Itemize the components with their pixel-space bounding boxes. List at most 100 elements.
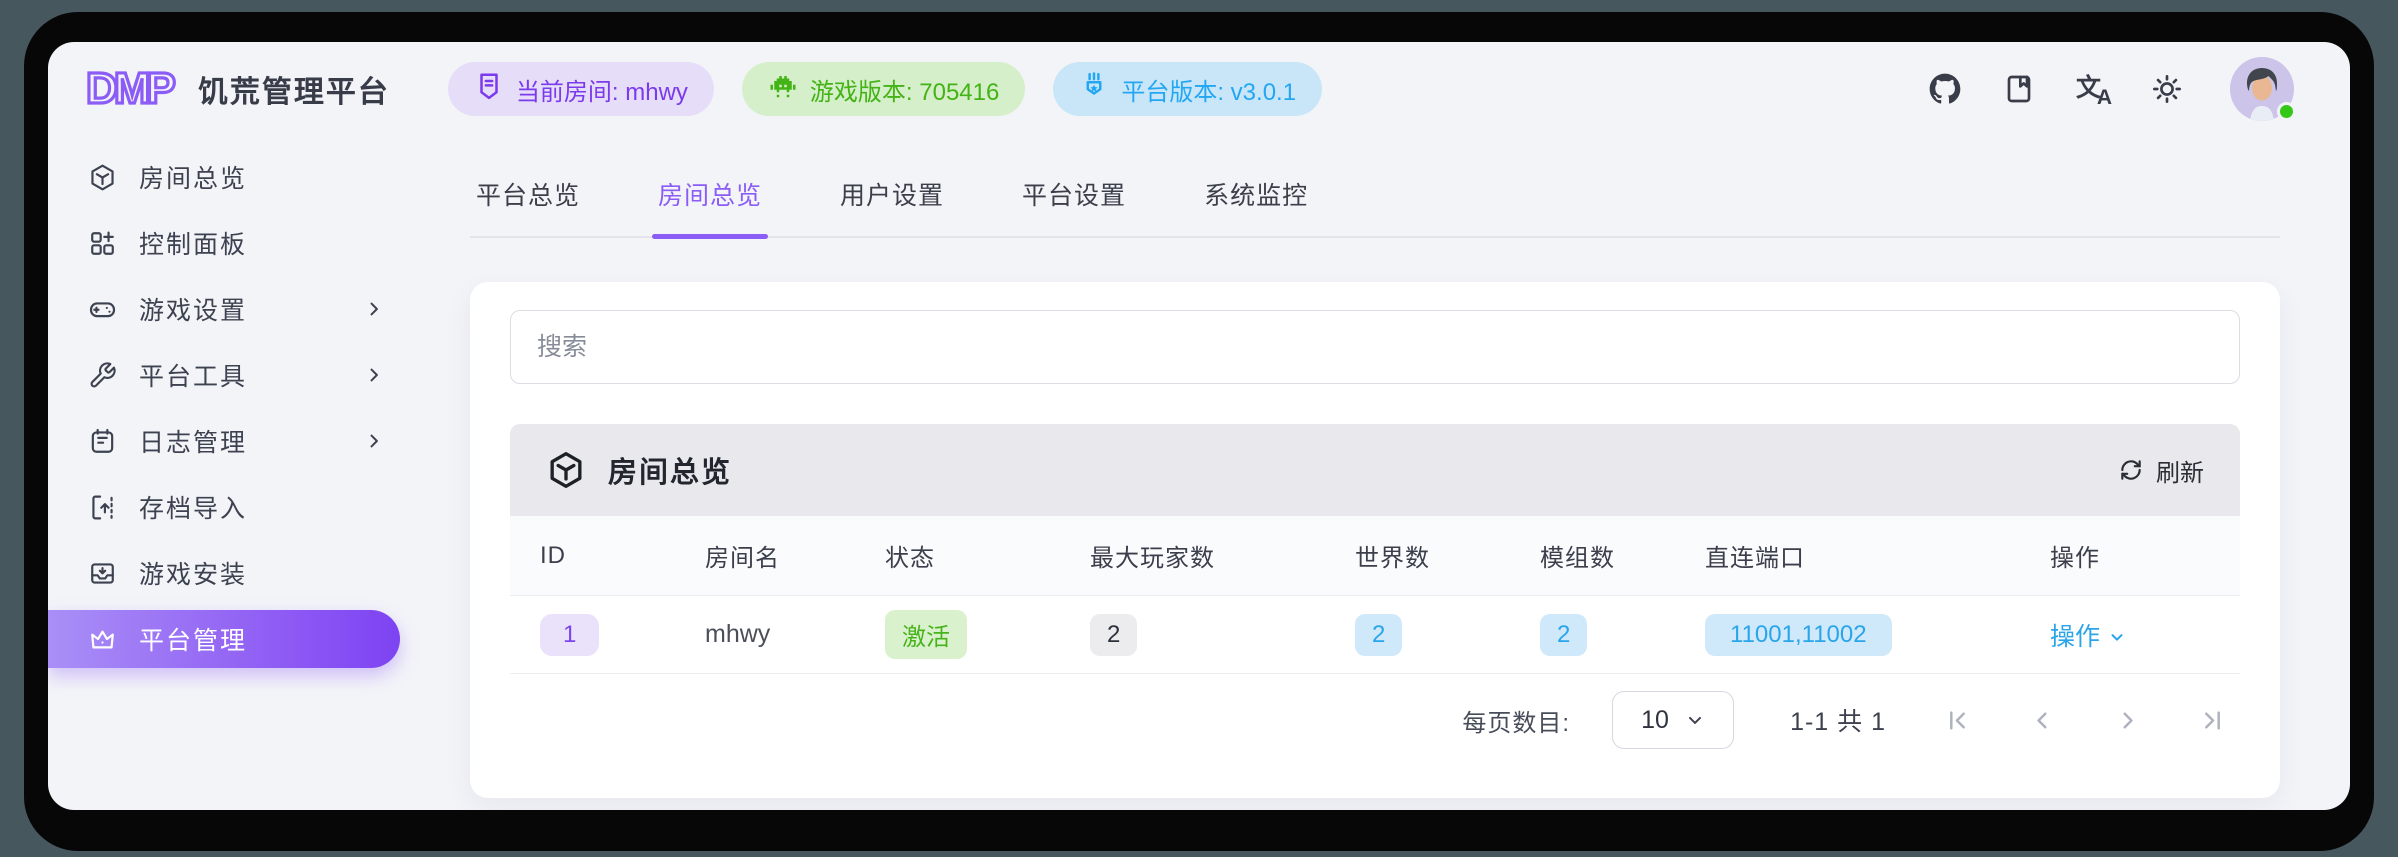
app-header: DMP 饥荒管理平台 当前房间: mhwy 游戏版本: 705416 平台版本:… <box>48 42 2350 136</box>
per-page-select[interactable]: 10 <box>1612 691 1735 749</box>
current-room-badge: 当前房间: mhwy <box>447 62 714 116</box>
col-header-ports: 直连端口 <box>1705 545 1805 572</box>
cell-id: 1 <box>540 613 705 656</box>
main-content: 平台总览 房间总览 用户设置 平台设置 系统监控 房间总览 刷新 <box>418 136 2350 810</box>
per-page-value: 10 <box>1641 705 1669 734</box>
cell-ports: 11001,11002 <box>1705 613 2050 656</box>
sidebar-item-label: 日志管理 <box>139 429 248 457</box>
table-title: 房间总览 <box>608 457 733 489</box>
first-page-icon[interactable] <box>1944 707 1971 734</box>
cell-actions: 操作 <box>2050 617 2240 653</box>
cell-status: 激活 <box>885 610 1090 659</box>
col-header-mods: 模组数 <box>1540 545 1615 572</box>
refresh-label: 刷新 <box>2156 459 2204 487</box>
sidebar-item-label: 平台工具 <box>139 363 248 391</box>
room-table: 房间总览 刷新 ID 房间名 状态 最大玩家数 世界数 模组数 直连端口 操作 … <box>510 424 2240 766</box>
pagination-range: 1-1 共 1 <box>1790 708 1886 736</box>
table-row[interactable]: 1 mhwy 激活 2 2 2 11001,11002 操作 <box>510 596 2240 674</box>
sidebar-item-label: 存档导入 <box>139 495 248 523</box>
sidebar-item-platform-admin[interactable]: 平台管理 <box>48 610 400 668</box>
id-badge: 1 <box>540 613 600 656</box>
tab-bar: 平台总览 房间总览 用户设置 平台设置 系统监控 <box>470 176 2280 239</box>
sidebar-item-platform-tools[interactable]: 平台工具 <box>48 342 418 408</box>
dashboard-icon <box>91 231 114 255</box>
current-room-label: 当前房间: mhwy <box>515 78 688 106</box>
sidebar-item-save-import[interactable]: 存档导入 <box>48 474 418 540</box>
cell-room-name: mhwy <box>705 620 771 648</box>
user-avatar[interactable] <box>2230 57 2296 121</box>
pagination-bar: 每页数目: 10 1-1 共 1 <box>510 674 2240 766</box>
header-badges: 当前房间: mhwy 游戏版本: 705416 平台版本: v3.0.1 <box>447 62 1323 116</box>
translate-icon[interactable]: 文 A <box>2076 72 2112 109</box>
col-header-id: ID <box>540 541 566 569</box>
chevron-down-icon <box>1688 716 1701 724</box>
worlds-badge: 2 <box>1355 613 1403 656</box>
sidebar-item-game-settings[interactable]: 游戏设置 <box>48 276 418 342</box>
header-actions: 文 A <box>1928 57 2296 121</box>
chevron-right-icon <box>370 434 378 448</box>
tab-platform-overview[interactable]: 平台总览 <box>470 176 586 236</box>
sidebar-item-label: 游戏安装 <box>139 561 248 589</box>
platform-version-icon <box>1079 71 1109 108</box>
chevron-right-icon <box>370 302 378 316</box>
refresh-icon <box>2121 460 2141 480</box>
app-window: DMP 饥荒管理平台 当前房间: mhwy 游戏版本: 705416 平台版本:… <box>48 42 2350 810</box>
theme-icon[interactable] <box>2150 72 2184 106</box>
docs-icon[interactable] <box>2002 72 2036 106</box>
col-header-max-players: 最大玩家数 <box>1090 545 1215 572</box>
row-action-dropdown[interactable]: 操作 <box>2050 617 2126 653</box>
mods-badge: 2 <box>1540 613 1588 656</box>
col-header-name: 房间名 <box>705 545 780 572</box>
next-page-icon[interactable] <box>2114 707 2141 734</box>
sidebar-item-logs[interactable]: 日志管理 <box>48 408 418 474</box>
app-title: 饥荒管理平台 <box>197 76 390 109</box>
refresh-button[interactable]: 刷新 <box>2118 453 2204 488</box>
ports-badge: 11001,11002 <box>1705 613 1892 656</box>
cube-icon <box>550 452 582 488</box>
crown-icon <box>91 630 114 648</box>
last-page-icon[interactable] <box>2199 707 2226 734</box>
room-overview-card: 房间总览 刷新 ID 房间名 状态 最大玩家数 世界数 模组数 直连端口 <box>470 282 2280 798</box>
gamepad-icon <box>89 301 116 317</box>
pager-buttons <box>1944 707 2226 734</box>
platform-version-label: 平台版本: v3.0.1 <box>1121 78 1297 106</box>
tab-user-settings[interactable]: 用户设置 <box>834 176 950 236</box>
prev-page-icon[interactable] <box>2029 707 2056 734</box>
search-input[interactable] <box>510 310 2240 384</box>
table-section-header: 房间总览 刷新 <box>510 424 2240 516</box>
cell-worlds: 2 <box>1355 613 1540 656</box>
cell-mods: 2 <box>1540 613 1705 656</box>
translate-en-glyph: A <box>2096 86 2112 109</box>
install-icon <box>91 562 114 584</box>
room-badge-icon <box>474 71 504 108</box>
sidebar-item-rooms[interactable]: 房间总览 <box>48 144 418 210</box>
tab-platform-settings[interactable]: 平台设置 <box>1016 176 1132 236</box>
sidebar-item-dashboard[interactable]: 控制面板 <box>48 210 418 276</box>
tab-system-monitor[interactable]: 系统监控 <box>1198 176 1314 236</box>
game-version-icon <box>768 71 798 108</box>
game-version-badge: 游戏版本: 705416 <box>741 62 1026 116</box>
col-header-status: 状态 <box>885 545 935 572</box>
sidebar-item-label: 平台管理 <box>139 627 248 655</box>
col-header-worlds: 世界数 <box>1355 545 1430 572</box>
sidebar-item-label: 控制面板 <box>139 231 248 259</box>
per-page-label: 每页数目: <box>1462 709 1571 737</box>
table-header-row: ID 房间名 状态 最大玩家数 世界数 模组数 直连端口 操作 <box>510 516 2240 596</box>
col-header-actions: 操作 <box>2050 545 2100 572</box>
status-badge: 激活 <box>885 610 967 659</box>
chevron-right-icon <box>370 368 378 382</box>
online-status-dot <box>2277 102 2296 121</box>
github-icon[interactable] <box>1928 72 1962 106</box>
sidebar-item-game-install[interactable]: 游戏安装 <box>48 540 418 606</box>
sidebar-item-label: 房间总览 <box>139 165 248 193</box>
tab-room-overview[interactable]: 房间总览 <box>652 176 769 239</box>
game-version-label: 游戏版本: 705416 <box>809 78 1000 106</box>
sidebar-item-label: 游戏设置 <box>139 297 248 325</box>
cube-icon <box>91 164 114 190</box>
platform-version-badge: 平台版本: v3.0.1 <box>1053 62 1323 116</box>
row-action-label: 操作 <box>2050 622 2101 651</box>
max-players-badge: 2 <box>1090 613 1138 656</box>
sidebar: 房间总览 控制面板 游戏设置 平台工具 日志管理 存档导入 游戏安装 平台管理 <box>48 136 418 810</box>
app-logo: DMP <box>84 62 177 114</box>
import-icon <box>92 495 113 519</box>
